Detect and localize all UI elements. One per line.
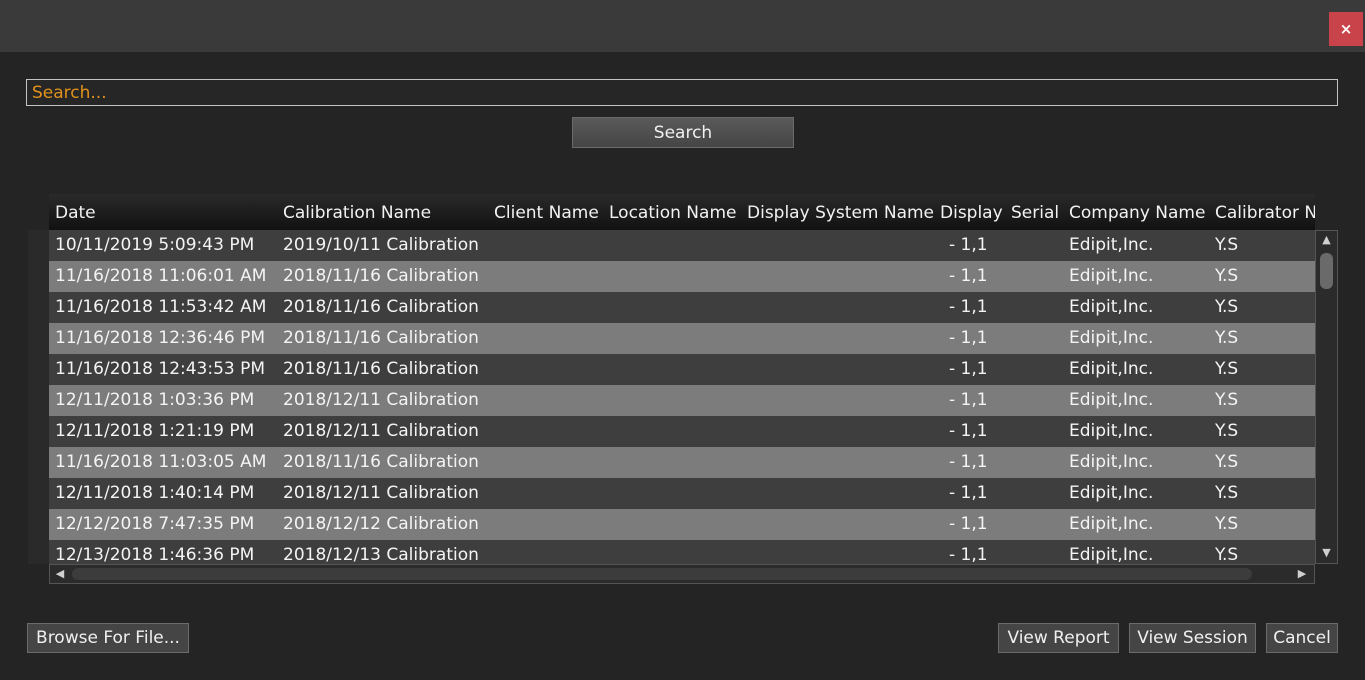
cell-display: - 1,1 bbox=[949, 328, 988, 348]
cell-calibration-name: 2018/12/13 Calibration bbox=[283, 545, 479, 564]
cell-calibrator-name: Y.S bbox=[1215, 266, 1239, 286]
cell-display: - 1,1 bbox=[949, 390, 988, 410]
cell-display: - 1,1 bbox=[949, 297, 988, 317]
scroll-up-arrow-icon[interactable]: ▲ bbox=[1319, 233, 1334, 247]
cell-calibration-name: 2018/11/16 Calibration bbox=[283, 328, 479, 348]
cell-calibrator-name: Y.S bbox=[1215, 483, 1239, 503]
scroll-down-arrow-icon[interactable]: ▼ bbox=[1319, 546, 1334, 560]
table-row[interactable]: 12/12/2018 7:47:35 PM 2018/12/12 Calibrat… bbox=[49, 509, 1315, 540]
table-row[interactable]: 12/13/2018 1:46:36 PM 2018/12/13 Calibrat… bbox=[49, 540, 1315, 564]
cell-date: 11/16/2018 11:03:05 AM bbox=[55, 452, 267, 472]
table-row[interactable]: 10/11/2019 5:09:43 PM 2019/10/11 Calibrat… bbox=[49, 230, 1315, 261]
cell-calibrator-name: Y.S bbox=[1215, 235, 1239, 255]
column-header-calibration-name[interactable]: Calibration Name bbox=[283, 203, 431, 223]
cell-date: 12/11/2018 1:03:36 PM bbox=[55, 390, 255, 410]
cell-display: - 1,1 bbox=[949, 359, 988, 379]
cell-calibration-name: 2019/10/11 Calibration bbox=[283, 235, 479, 255]
cell-display: - 1,1 bbox=[949, 235, 988, 255]
cell-calibrator-name: Y.S bbox=[1215, 359, 1239, 379]
cell-calibration-name: 2018/11/16 Calibration bbox=[283, 359, 479, 379]
cell-calibration-name: 2018/11/16 Calibration bbox=[283, 452, 479, 472]
cell-display: - 1,1 bbox=[949, 452, 988, 472]
cell-calibrator-name: Y.S bbox=[1215, 297, 1239, 317]
close-icon: × bbox=[1339, 20, 1353, 38]
scroll-right-arrow-icon[interactable]: ▶ bbox=[1295, 567, 1309, 581]
grid-body: 10/11/2019 5:09:43 PM 2019/10/11 Calibrat… bbox=[49, 230, 1315, 564]
table-row[interactable]: 11/16/2018 11:03:05 AM 2018/11/16 Calibra… bbox=[49, 447, 1315, 478]
column-header-location-name[interactable]: Location Name bbox=[609, 203, 736, 223]
vertical-scroll-thumb[interactable] bbox=[1320, 253, 1333, 289]
cell-calibration-name: 2018/11/16 Calibration bbox=[283, 266, 479, 286]
cell-company-name: Edipit,Inc. bbox=[1069, 390, 1154, 410]
column-header-date[interactable]: Date bbox=[55, 203, 96, 223]
scroll-left-arrow-icon[interactable]: ◀ bbox=[53, 567, 67, 581]
table-row[interactable]: 11/16/2018 11:06:01 AM 2018/11/16 Calibra… bbox=[49, 261, 1315, 292]
table-row[interactable]: 12/11/2018 1:40:14 PM 2018/12/11 Calibrat… bbox=[49, 478, 1315, 509]
cell-date: 12/11/2018 1:40:14 PM bbox=[55, 483, 255, 503]
cell-calibrator-name: Y.S bbox=[1215, 390, 1239, 410]
browse-for-file-button[interactable]: Browse For File... bbox=[27, 623, 189, 653]
cell-date: 11/16/2018 11:53:42 AM bbox=[55, 297, 267, 317]
table-row[interactable]: 12/11/2018 1:03:36 PM 2018/12/11 Calibrat… bbox=[49, 385, 1315, 416]
table-row[interactable]: 12/11/2018 1:21:19 PM 2018/12/11 Calibrat… bbox=[49, 416, 1315, 447]
calibration-grid: Date Calibration Name Client Name Locati… bbox=[49, 194, 1315, 584]
view-session-button[interactable]: View Session bbox=[1129, 623, 1256, 653]
column-header-display-system-name[interactable]: Display System Name bbox=[747, 203, 934, 223]
cell-company-name: Edipit,Inc. bbox=[1069, 328, 1154, 348]
cancel-button[interactable]: Cancel bbox=[1266, 623, 1338, 653]
column-header-calibrator-name[interactable]: Calibrator N bbox=[1215, 203, 1315, 223]
search-input[interactable] bbox=[26, 79, 1338, 106]
cell-calibrator-name: Y.S bbox=[1215, 545, 1239, 564]
cell-date: 11/16/2018 12:43:53 PM bbox=[55, 359, 266, 379]
cell-display: - 1,1 bbox=[949, 514, 988, 534]
column-header-display[interactable]: Display bbox=[940, 203, 1003, 223]
search-button[interactable]: Search bbox=[572, 117, 794, 148]
table-row[interactable]: 11/16/2018 12:43:53 PM 2018/11/16 Calibra… bbox=[49, 354, 1315, 385]
cell-company-name: Edipit,Inc. bbox=[1069, 452, 1154, 472]
grid-header: Date Calibration Name Client Name Locati… bbox=[49, 194, 1315, 230]
view-report-button[interactable]: View Report bbox=[998, 623, 1119, 653]
row-selector-column bbox=[28, 230, 49, 564]
cell-display: - 1,1 bbox=[949, 421, 988, 441]
table-row[interactable]: 11/16/2018 12:36:46 PM 2018/11/16 Calibra… bbox=[49, 323, 1315, 354]
cell-calibrator-name: Y.S bbox=[1215, 328, 1239, 348]
cell-date: 12/12/2018 7:47:35 PM bbox=[55, 514, 255, 534]
cell-company-name: Edipit,Inc. bbox=[1069, 297, 1154, 317]
column-header-company-name[interactable]: Company Name bbox=[1069, 203, 1205, 223]
horizontal-scroll-thumb[interactable] bbox=[72, 568, 1252, 580]
cell-calibration-name: 2018/12/11 Calibration bbox=[283, 483, 479, 503]
cell-date: 12/11/2018 1:21:19 PM bbox=[55, 421, 255, 441]
cell-date: 11/16/2018 12:36:46 PM bbox=[55, 328, 266, 348]
cell-date: 11/16/2018 11:06:01 AM bbox=[55, 266, 267, 286]
cell-calibration-name: 2018/12/11 Calibration bbox=[283, 390, 479, 410]
cell-company-name: Edipit,Inc. bbox=[1069, 421, 1154, 441]
cell-display: - 1,1 bbox=[949, 483, 988, 503]
cell-company-name: Edipit,Inc. bbox=[1069, 545, 1154, 564]
cell-calibration-name: 2018/12/12 Calibration bbox=[283, 514, 479, 534]
cell-company-name: Edipit,Inc. bbox=[1069, 483, 1154, 503]
column-header-serial[interactable]: Serial bbox=[1011, 203, 1059, 223]
cell-company-name: Edipit,Inc. bbox=[1069, 235, 1154, 255]
cell-date: 10/11/2019 5:09:43 PM bbox=[55, 235, 255, 255]
cell-company-name: Edipit,Inc. bbox=[1069, 514, 1154, 534]
cell-calibration-name: 2018/11/16 Calibration bbox=[283, 297, 479, 317]
cell-calibration-name: 2018/12/11 Calibration bbox=[283, 421, 479, 441]
cell-calibrator-name: Y.S bbox=[1215, 421, 1239, 441]
cell-calibrator-name: Y.S bbox=[1215, 452, 1239, 472]
table-row[interactable]: 11/16/2018 11:53:42 AM 2018/11/16 Calibra… bbox=[49, 292, 1315, 323]
column-header-client-name[interactable]: Client Name bbox=[494, 203, 599, 223]
cell-company-name: Edipit,Inc. bbox=[1069, 359, 1154, 379]
title-bar: × bbox=[0, 0, 1365, 52]
cell-company-name: Edipit,Inc. bbox=[1069, 266, 1154, 286]
cell-display: - 1,1 bbox=[949, 545, 988, 564]
vertical-scrollbar[interactable]: ▲ ▼ bbox=[1315, 230, 1338, 564]
cell-display: - 1,1 bbox=[949, 266, 988, 286]
cell-date: 12/13/2018 1:46:36 PM bbox=[55, 545, 255, 564]
close-button[interactable]: × bbox=[1329, 12, 1363, 46]
cell-calibrator-name: Y.S bbox=[1215, 514, 1239, 534]
horizontal-scrollbar[interactable]: ◀ ▶ bbox=[49, 564, 1315, 584]
